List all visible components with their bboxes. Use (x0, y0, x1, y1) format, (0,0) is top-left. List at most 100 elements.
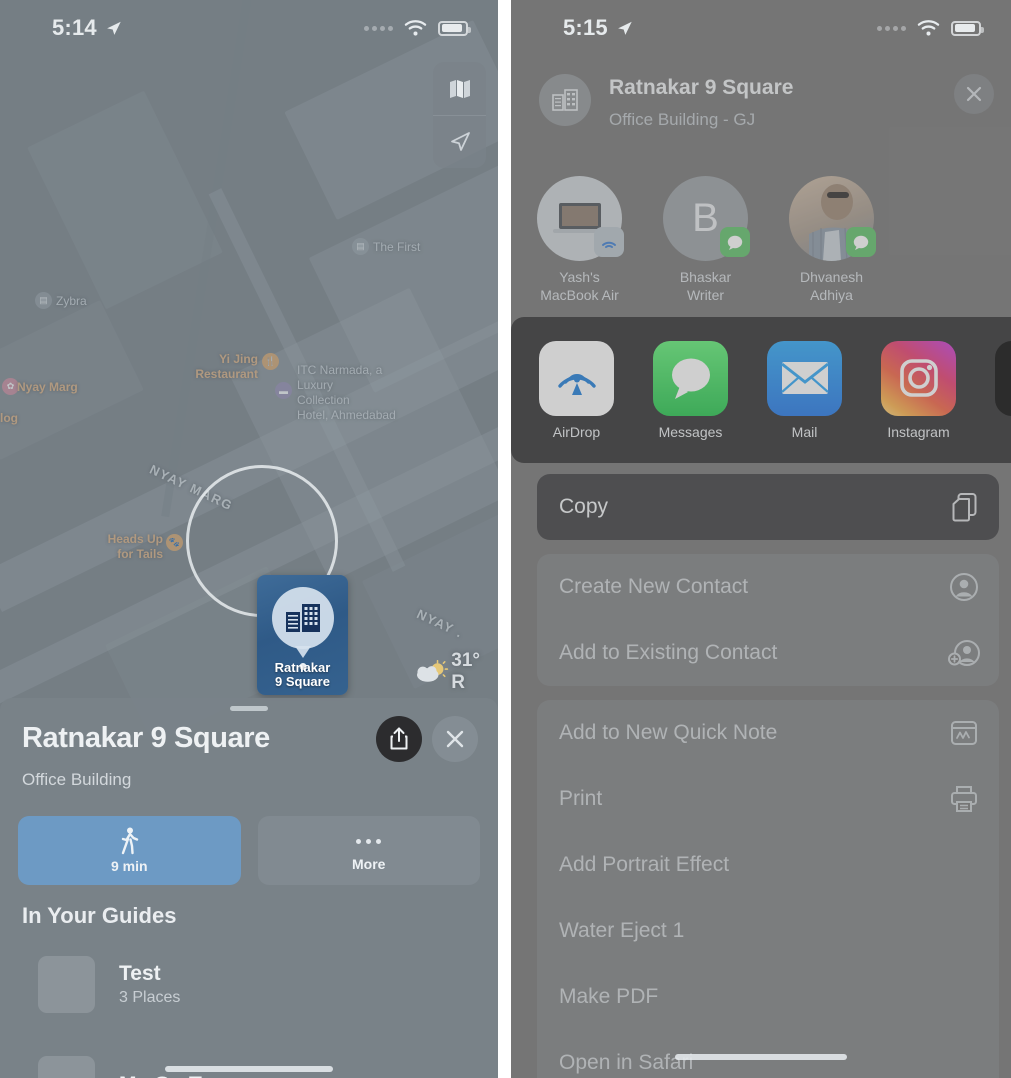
action-label: Print (559, 787, 603, 810)
action-label: Open in Safari (559, 1051, 694, 1074)
share-app-messages[interactable]: Messages (653, 340, 728, 440)
share-sheet-header: Ratnakar 9 Square Office Building - GJ (511, 62, 1011, 146)
printer-icon (947, 782, 981, 816)
contact-dhvanesh-adhiya[interactable]: Dhvanesh Adhiya (789, 176, 876, 305)
instagram-icon (881, 340, 956, 416)
navigation-arrow-icon (450, 132, 470, 151)
building-icon: ▤ (352, 238, 369, 255)
share-app-airdrop[interactable]: AirDrop (539, 340, 614, 440)
share-app-instagram[interactable]: Instagram (881, 340, 956, 440)
page-title: Ratnakar 9 Square (22, 722, 270, 754)
action-add-to-existing-contact[interactable]: Add to Existing Contact (537, 620, 999, 686)
map-book-icon (449, 79, 470, 98)
close-button[interactable] (954, 74, 994, 114)
status-bar: 5:14 (0, 0, 498, 56)
walking-duration-label: 9 min (110, 858, 148, 874)
hotel-icon: ▬ (275, 382, 292, 399)
action-label: Make PDF (559, 985, 659, 1008)
app-label: AirDrop (552, 423, 601, 440)
airdrop-icon (602, 241, 616, 248)
pin-label-line1: Ratnakar (274, 659, 331, 675)
sheet-grabber[interactable] (230, 706, 268, 711)
avatar-initial: B (692, 196, 719, 240)
action-button-row: 9 min More (18, 816, 480, 885)
home-indicator[interactable] (165, 1066, 333, 1072)
walking-directions-button[interactable]: 9 min (18, 816, 241, 885)
ellipsis-icon (356, 829, 382, 853)
screenshot-root: ▤ The First ▤ Zybra 🍴 Yi Jing Restaurant… (0, 0, 1011, 1078)
place-detail-sheet: Ratnakar 9 Square Office Building 9 min … (0, 698, 498, 1078)
action-group-misc: Add to New Quick Note Print Add Portrait… (537, 700, 999, 1078)
pet-icon: 🐾 (166, 534, 183, 551)
messages-badge (720, 227, 750, 257)
person-add-icon (947, 636, 981, 670)
quick-note-icon (947, 716, 981, 750)
home-indicator[interactable] (675, 1054, 847, 1060)
mail-icon (767, 340, 842, 416)
close-button[interactable] (432, 716, 478, 762)
action-print[interactable]: Print (537, 766, 999, 832)
map-label: Yi Jing Restaurant (195, 352, 258, 381)
pin-label-line2: 9 Square (275, 673, 330, 689)
map-label: Zybra (56, 294, 87, 308)
share-sheet-subtitle: Office Building - GJ (609, 110, 756, 129)
share-sheet-title: Ratnakar 9 Square (609, 76, 794, 99)
partly-cloudy-icon (416, 660, 449, 682)
contact-bhaskar-writer[interactable]: B Bhaskar Writer (663, 176, 750, 305)
messages-icon (653, 340, 728, 416)
airdrop-icon (539, 340, 614, 416)
status-time: 5:15 (563, 15, 608, 40)
close-icon (966, 86, 982, 102)
action-add-portrait-effect[interactable]: Add Portrait Effect (537, 832, 999, 898)
guides-section-header: In Your Guides (22, 903, 177, 928)
restaurant-icon: 🍴 (262, 353, 279, 370)
weather-temp: 31° R (451, 650, 481, 693)
map-type-button[interactable] (433, 62, 486, 115)
more-button[interactable]: More (257, 816, 480, 885)
action-copy[interactable]: Copy (537, 474, 999, 540)
messages-icon (853, 235, 869, 250)
contact-yash-macbook-air[interactable]: Yash's MacBook Air (537, 176, 624, 305)
share-app-threads[interactable]: Th (995, 340, 1011, 440)
contact-name: Bhaskar Writer (679, 269, 732, 304)
place-category: Office Building (22, 770, 132, 789)
status-time: 5:14 (52, 15, 97, 40)
guide-name: Test (119, 962, 161, 985)
battery-icon (438, 20, 471, 36)
locate-me-button[interactable] (433, 115, 486, 168)
map-label: Nyay Marg (17, 380, 78, 394)
action-group-contacts: Create New Contact Add to Existing Conta… (537, 554, 999, 686)
status-bar: 5:15 (511, 0, 1011, 56)
share-apps-row[interactable]: AirDrop Messages Mail Instagram (511, 317, 1011, 463)
map-label: Heads Up for Tails (107, 532, 163, 561)
action-water-eject[interactable]: Water Eject 1 (537, 898, 999, 964)
pin-label: Ratnakar 9 Square (257, 659, 348, 689)
right-phone-panel: Ratnakar 9 Square Office Building - GJ Y… (511, 0, 1011, 1078)
guide-thumbnail (38, 956, 95, 1013)
action-group-copy: Copy (537, 474, 999, 540)
action-label: Create New Contact (559, 575, 749, 598)
contact-name: Dhvanesh Adhiya (799, 269, 864, 304)
person-circle-icon (947, 570, 981, 604)
battery-icon (951, 20, 984, 36)
sheet-action-buttons (376, 716, 478, 762)
share-app-mail[interactable]: Mail (767, 340, 842, 440)
list-item[interactable]: Test 3 Places (38, 956, 480, 1013)
app-label: Instagram (887, 423, 950, 440)
location-arrow-icon (106, 21, 121, 35)
weather-widget[interactable]: 31° R (416, 650, 498, 694)
app-label: Mail (791, 423, 818, 440)
action-create-new-contact[interactable]: Create New Contact (537, 554, 999, 620)
action-add-to-new-quick-note[interactable]: Add to New Quick Note (537, 700, 999, 766)
action-label: Water Eject 1 (559, 919, 685, 942)
office-building-icon (271, 587, 334, 649)
share-actions-list: Copy Create New Contact Add to Existing … (537, 474, 999, 1078)
building-icon (552, 89, 578, 111)
action-label: Copy (559, 495, 609, 518)
share-button[interactable] (376, 716, 422, 762)
signal-dots-icon (364, 25, 393, 31)
map-place-pin[interactable]: Ratnakar 9 Square (257, 575, 348, 695)
action-make-pdf[interactable]: Make PDF (537, 964, 999, 1030)
guide-places-count: 3 Places (119, 989, 181, 1006)
signal-dots-icon (877, 25, 906, 31)
